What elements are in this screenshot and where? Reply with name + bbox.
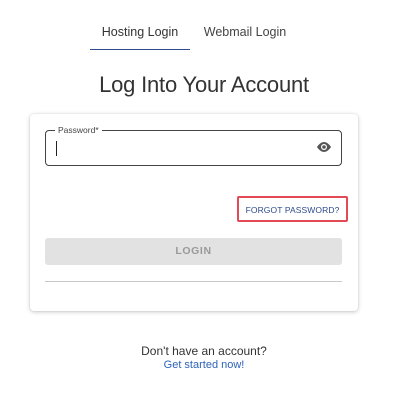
- tab-hosting-login[interactable]: Hosting Login: [90, 22, 190, 50]
- get-started-link[interactable]: Get started now!: [0, 359, 408, 371]
- divider: [45, 281, 342, 282]
- eye-icon[interactable]: [315, 140, 333, 154]
- password-field[interactable]: Password*: [45, 124, 342, 166]
- forgot-password-highlight: FORGOT PASSWORD?: [237, 196, 348, 222]
- password-label: Password*: [55, 124, 102, 136]
- password-input[interactable]: [55, 137, 305, 159]
- login-card: Password* FORGOT PASSWORD? LOGIN: [30, 114, 358, 311]
- login-button[interactable]: LOGIN: [45, 238, 342, 265]
- no-account-text: Don't have an account?: [141, 344, 267, 358]
- tab-webmail-login[interactable]: Webmail Login: [197, 22, 293, 50]
- page-title: Log Into Your Account: [99, 72, 309, 97]
- login-tabs: Hosting Login Webmail Login: [0, 22, 408, 50]
- forgot-password-link[interactable]: FORGOT PASSWORD?: [239, 205, 346, 215]
